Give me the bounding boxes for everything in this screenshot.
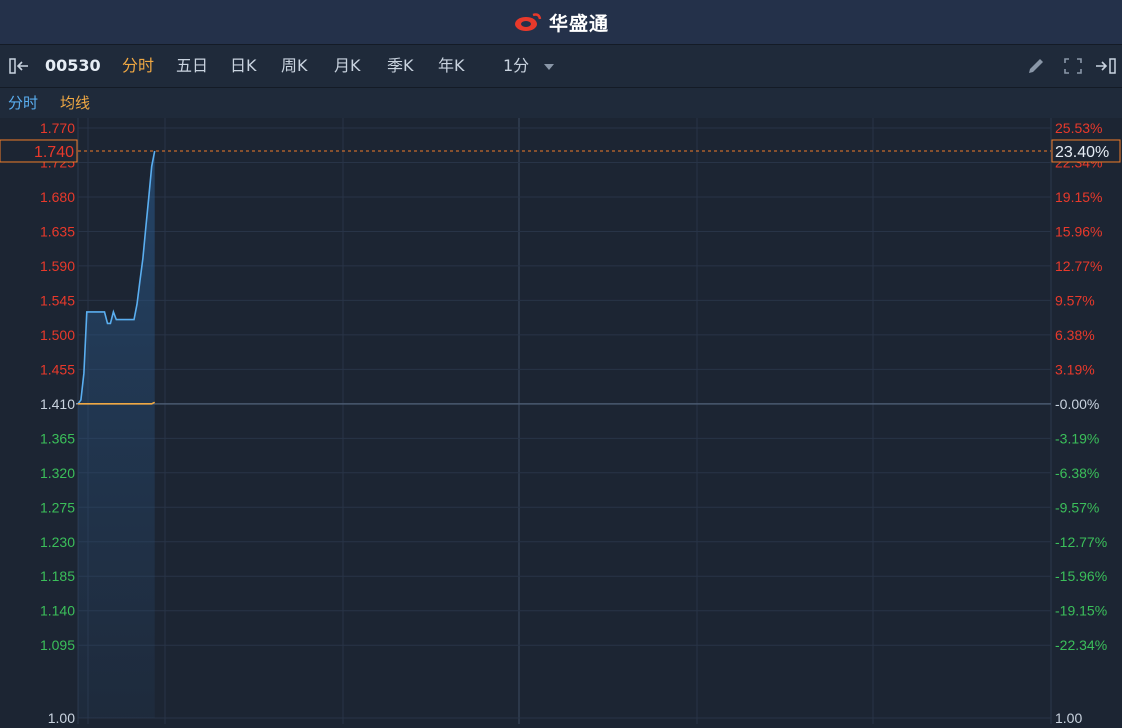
tab-day-k[interactable]: 日K [230, 45, 257, 87]
y-tick-label-left: 1.230 [40, 534, 75, 550]
tab-minute[interactable]: 分时 [122, 45, 154, 87]
y-tick-label-left: 1.365 [40, 430, 75, 446]
y-tick-label-left: 1.410 [40, 396, 75, 412]
brand-name: 华盛通 [548, 12, 609, 35]
dropdown-arrow-icon[interactable] [544, 64, 554, 70]
y-tick-label-right: 12.77% [1055, 258, 1102, 274]
stock-code: 00530 [45, 56, 101, 75]
y-tick-label-right: -3.19% [1055, 430, 1099, 446]
chart-area: 1.77025.53%1.72522.34%1.68019.15%1.63515… [0, 118, 1122, 726]
indicator-legend: 分时 均线 [0, 88, 1122, 118]
collapse-right-icon[interactable] [1094, 58, 1120, 74]
chart-toolbar: 00530 分时 五日 日K 周K 月K 季K 年K 1分 [0, 45, 1122, 88]
y-tick-label-left: 1.680 [40, 189, 75, 205]
y-tick-label-right: -15.96% [1055, 568, 1107, 584]
y-tick-label-right: 15.96% [1055, 223, 1102, 239]
y-tick-label-left: 1.590 [40, 258, 75, 274]
y-tick-label-right: 6.38% [1055, 327, 1095, 343]
y-tick-label-right: 1.00 [1055, 710, 1082, 724]
tab-week-k[interactable]: 周K [281, 45, 308, 87]
y-tick-label-left: 1.185 [40, 568, 75, 584]
y-tick-label-right: -0.00% [1055, 396, 1099, 412]
pencil-icon[interactable] [1026, 57, 1046, 75]
y-tick-label-right: -19.15% [1055, 603, 1107, 619]
brand-logo-icon [514, 13, 542, 31]
tab-year-k[interactable]: 年K [438, 45, 465, 87]
fullscreen-icon[interactable] [1063, 57, 1083, 75]
price-area [78, 151, 155, 718]
legend-price: 分时 [8, 94, 39, 112]
y-tick-label-right: -6.38% [1055, 465, 1099, 481]
y-tick-label-left: 1.635 [40, 223, 75, 239]
interval-select[interactable]: 1分 [503, 45, 529, 87]
collapse-left-icon[interactable] [8, 58, 34, 74]
y-tick-label-left: 1.095 [40, 637, 75, 653]
y-tick-label-right: 3.19% [1055, 361, 1095, 377]
y-tick-label-right: -22.34% [1055, 637, 1107, 653]
y-tick-label-left: 1.770 [40, 120, 75, 136]
y-tick-label-left: 1.320 [40, 465, 75, 481]
title-bar: 华盛通 [0, 0, 1122, 45]
y-tick-label-right: -9.57% [1055, 499, 1099, 515]
y-tick-label-left: 1.275 [40, 499, 75, 515]
intraday-chart[interactable]: 1.77025.53%1.72522.34%1.68019.15%1.63515… [0, 118, 1122, 726]
tab-month-k[interactable]: 月K [334, 45, 361, 87]
y-tick-label-left: 1.500 [40, 327, 75, 343]
brand: 华盛通 [513, 9, 609, 36]
y-tick-label-left: 1.545 [40, 292, 75, 308]
y-tick-label-left: 1.00 [48, 710, 75, 724]
current-pct-label: 23.40% [1055, 144, 1109, 161]
y-tick-label-right: -12.77% [1055, 534, 1107, 550]
tab-five-day[interactable]: 五日 [176, 45, 208, 87]
current-price-label: 1.740 [34, 144, 74, 161]
tab-season-k[interactable]: 季K [387, 45, 414, 87]
y-tick-label-right: 19.15% [1055, 189, 1102, 205]
legend-average: 均线 [60, 94, 91, 112]
y-tick-label-right: 25.53% [1055, 120, 1102, 136]
y-tick-label-left: 1.455 [40, 361, 75, 377]
y-tick-label-right: 9.57% [1055, 292, 1095, 308]
y-tick-label-left: 1.140 [40, 603, 75, 619]
